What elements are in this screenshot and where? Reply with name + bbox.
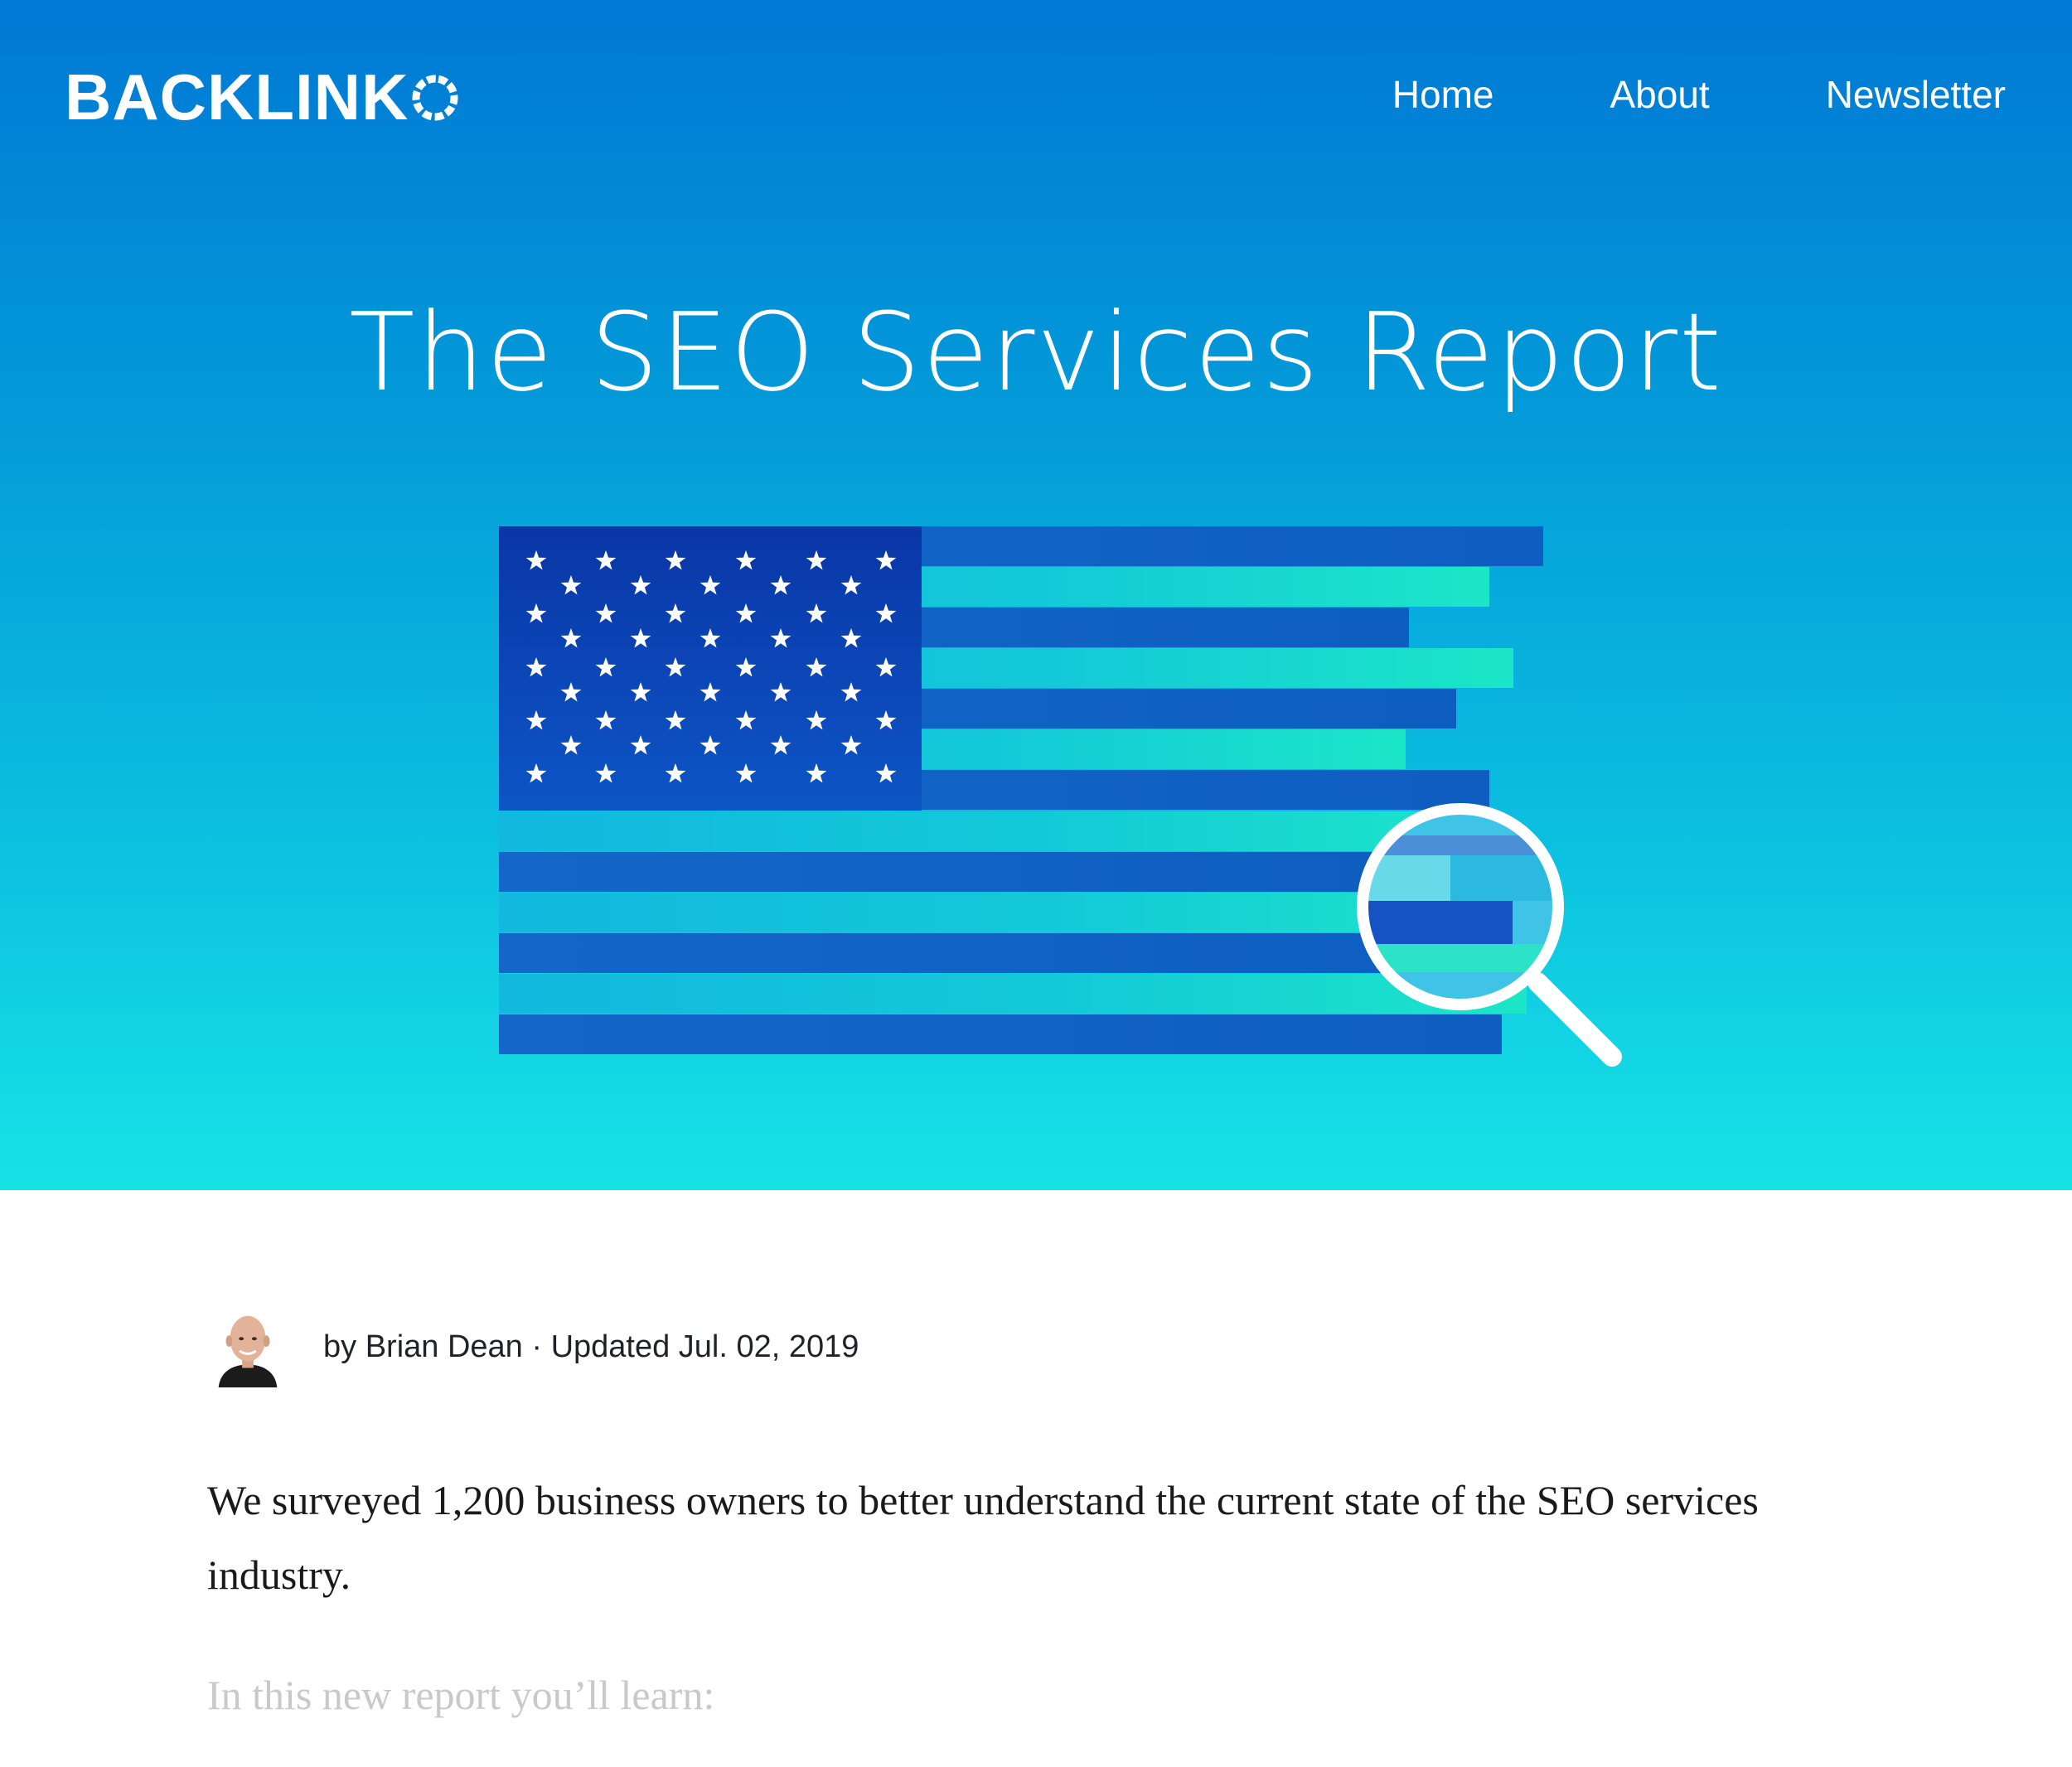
article-byline: by Brian Dean · Updated Jul. 02, 2019 [323, 1329, 859, 1364]
flag-magnifier-illustration [499, 526, 1622, 1067]
author-avatar[interactable] [207, 1306, 288, 1387]
hero-banner: BACKLINK Home About Newsletter The SEO S… [0, 0, 2072, 1190]
article-meta: by Brian Dean · Updated Jul. 02, 2019 [207, 1305, 859, 1388]
learn-heading: In this new report you’ll learn: [207, 1672, 715, 1718]
article-intro: We surveyed 1,200 business owners to bet… [207, 1477, 1759, 1598]
flag-canton [499, 526, 922, 811]
